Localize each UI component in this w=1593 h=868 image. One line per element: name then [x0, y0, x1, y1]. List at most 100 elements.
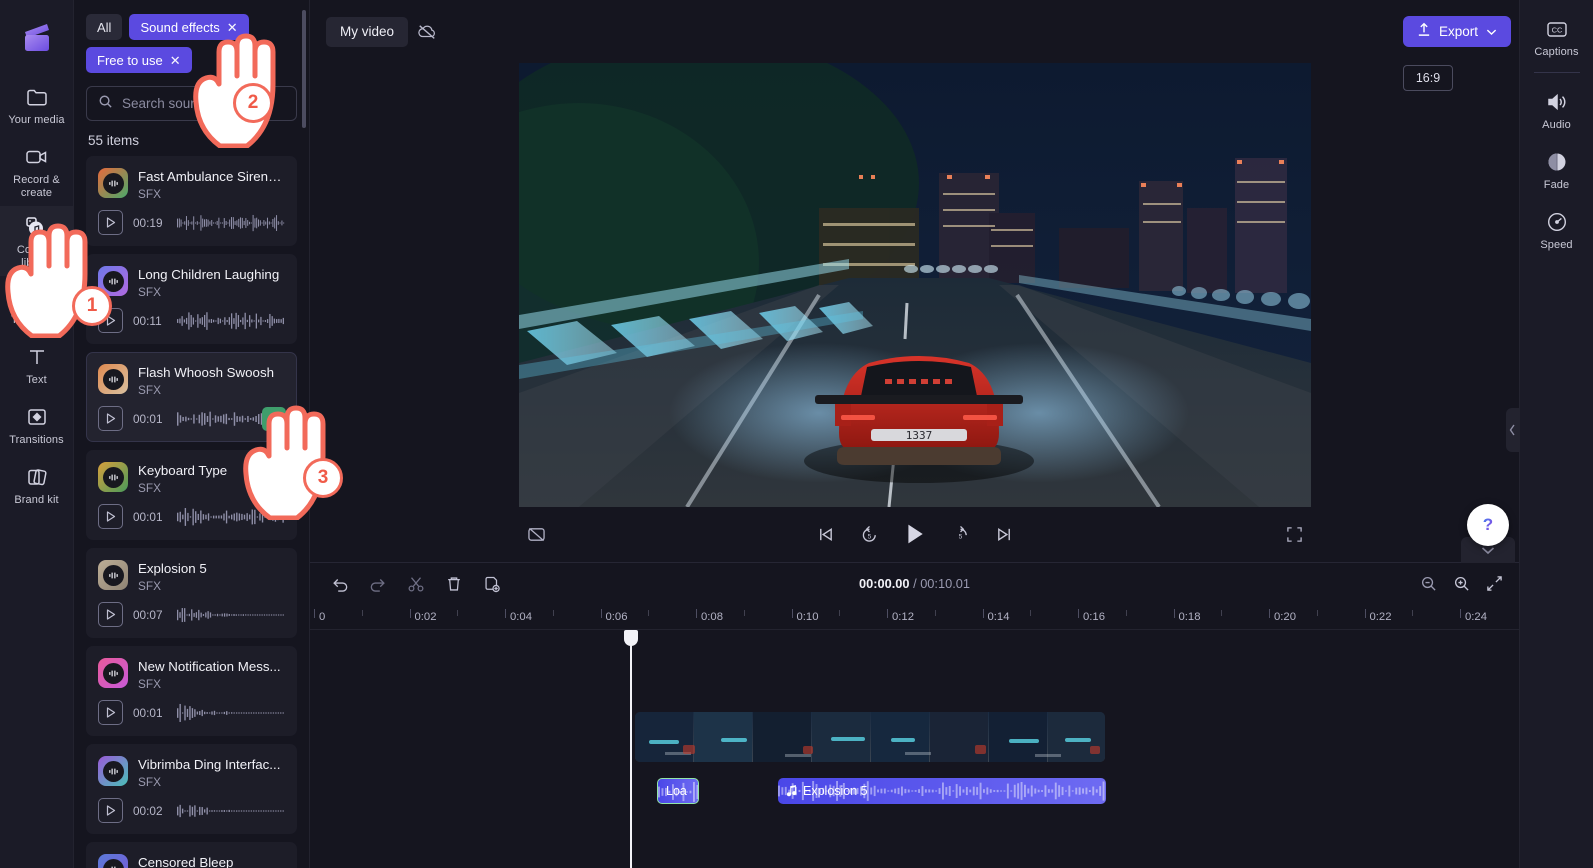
panel-item-label: Captions [1534, 46, 1579, 58]
panel-item-fade[interactable]: Fade [1520, 141, 1593, 201]
play-sound-button[interactable] [98, 210, 123, 235]
step-badge: 1 [72, 286, 112, 326]
panel-item-speed[interactable]: Speed [1520, 201, 1593, 261]
redo-button[interactable] [364, 570, 392, 598]
sound-effect-card[interactable]: Fast Ambulance Siren -... SFX 00:19 [86, 156, 297, 246]
clipchamp-editor: Your media Record & create Content libra… [0, 0, 1593, 868]
close-icon[interactable]: ✕ [170, 54, 181, 67]
time-separator: / [913, 576, 917, 591]
close-icon[interactable]: ✕ [227, 21, 238, 34]
sidebar-item-label: Brand kit [14, 494, 59, 506]
sidebar-item-label: Your media [8, 114, 65, 126]
sound-effect-card[interactable]: Censored Bleep SFX 00:02 [86, 842, 297, 868]
sidebar-item-transitions[interactable]: Transitions [0, 396, 74, 456]
sound-waveform [177, 701, 285, 725]
timeline-ruler[interactable]: 0 0:02 0:04 0:06 0:08 0:10 0:12 0:14 0:16 0:18 0:2… [310, 604, 1519, 630]
play-button[interactable] [905, 523, 925, 545]
add-to-timeline-button[interactable] [262, 407, 286, 431]
clipchamp-logo [15, 16, 59, 60]
content-library-icon [24, 215, 50, 239]
duplicate-button[interactable] [478, 570, 506, 598]
sound-waveform [177, 309, 285, 333]
audio-clip[interactable]: Loa [657, 778, 699, 804]
ruler-label: 0:10 [796, 611, 819, 623]
zoom-in-icon[interactable] [1453, 575, 1470, 592]
chevron-down-icon [1486, 23, 1497, 41]
panel-item-audio[interactable]: Audio [1520, 81, 1593, 141]
sidebar-item-your-media[interactable]: Your media [0, 76, 74, 136]
skip-to-start-icon[interactable] [817, 526, 834, 543]
sound-type: SFX [138, 383, 161, 397]
top-bar: My video [310, 0, 1519, 63]
ruler-label: 0 [319, 611, 326, 623]
video-preview[interactable]: 1337 [518, 63, 1311, 507]
play-sound-button[interactable] [98, 700, 123, 725]
sidebar-item-templates[interactable]: Templates [0, 276, 74, 336]
help-button[interactable]: ? [1467, 504, 1509, 546]
zoom-out-icon[interactable] [1420, 575, 1437, 592]
play-sound-button[interactable] [98, 406, 123, 431]
delete-button[interactable] [440, 570, 468, 598]
upload-icon [1417, 22, 1431, 42]
undo-button[interactable] [326, 570, 354, 598]
ruler-tick [600, 609, 602, 618]
skip-to-end-icon[interactable] [996, 526, 1013, 543]
ruler-tick-half [1125, 610, 1127, 616]
ruler-tick-half [839, 610, 841, 616]
play-sound-button[interactable] [98, 504, 123, 529]
rewind-5s-icon[interactable]: 5 [860, 525, 879, 544]
ruler-tick-half [743, 610, 745, 616]
sidebar-item-label: Text [26, 374, 47, 386]
transitions-icon [24, 405, 50, 429]
ruler-label: 0:04 [510, 611, 532, 623]
split-button[interactable] [402, 570, 430, 598]
play-sound-button[interactable] [98, 798, 123, 823]
sound-title: Long Children Laughing [138, 267, 280, 282]
filter-chip-sound-effects[interactable]: Sound effects ✕ [129, 14, 249, 40]
sidebar-item-content-library[interactable]: Content library [0, 206, 74, 276]
forward-5s-icon[interactable]: 5 [951, 525, 970, 544]
filter-chip-all[interactable]: All [86, 14, 123, 40]
sidebar-item-text[interactable]: Text [0, 336, 74, 396]
sound-effect-card[interactable]: Vibrimba Ding Interfac... SFX 00:02 [86, 744, 297, 834]
ruler-tick-half [1030, 610, 1032, 616]
folder-icon [24, 85, 50, 109]
fit-to-screen-icon[interactable] [1486, 575, 1503, 592]
svg-text:?: ? [1483, 515, 1493, 534]
templates-icon [24, 285, 50, 309]
ruler-label: 0:14 [987, 611, 1010, 623]
timeline-tracks[interactable]: Loa Explosion 5 [310, 630, 1519, 868]
sidebar-item-brand-kit[interactable]: Brand kit [0, 456, 74, 516]
sound-effect-card[interactable]: Flash Whoosh Swoosh SFX 00:01 [86, 352, 297, 442]
panel-item-label: Audio [1542, 119, 1571, 131]
play-sound-button[interactable] [98, 602, 123, 627]
sound-effect-card[interactable]: New Notification Mess... SFX 00:01 [86, 646, 297, 736]
ruler-tick-half [934, 610, 936, 616]
sound-effect-card[interactable]: Long Children Laughing SFX 00:11 [86, 254, 297, 344]
step-badge: 2 [233, 83, 273, 123]
library-scrollbar[interactable] [302, 10, 306, 128]
total-time: 00:10.01 [920, 576, 971, 591]
svg-text:1337: 1337 [905, 429, 932, 442]
export-button[interactable]: Export [1402, 16, 1511, 47]
sound-duration: 00:11 [133, 313, 162, 328]
cloud-off-icon[interactable] [412, 17, 442, 47]
panel-item-captions[interactable]: CC Captions [1520, 8, 1593, 68]
filter-chip-free-to-use[interactable]: Free to use ✕ [86, 47, 192, 73]
sound-title: Censored Bleep [138, 855, 234, 868]
collapse-right-rail-handle[interactable] [1506, 408, 1519, 452]
video-track-clip[interactable] [635, 712, 1105, 762]
project-name-field[interactable]: My video [326, 16, 409, 47]
playhead-handle[interactable] [624, 630, 638, 646]
sound-effect-card[interactable]: Explosion 5 SFX 00:07 [86, 548, 297, 638]
aspect-ratio-badge[interactable]: 16:9 [1403, 65, 1453, 91]
preview-stage: 16:9 1337 5 5 [310, 63, 1519, 562]
ruler-label: 0:18 [1178, 611, 1201, 623]
sidebar-item-record-create[interactable]: Record & create [0, 136, 74, 206]
playhead[interactable] [624, 630, 638, 868]
sound-effect-card[interactable]: Keyboard Type SFX 00:01 [86, 450, 297, 540]
collapse-library-handle[interactable] [303, 415, 316, 445]
ruler-tick [1364, 609, 1366, 618]
audio-clip[interactable]: Explosion 5 [778, 778, 1106, 804]
fullscreen-icon[interactable] [1286, 526, 1303, 543]
